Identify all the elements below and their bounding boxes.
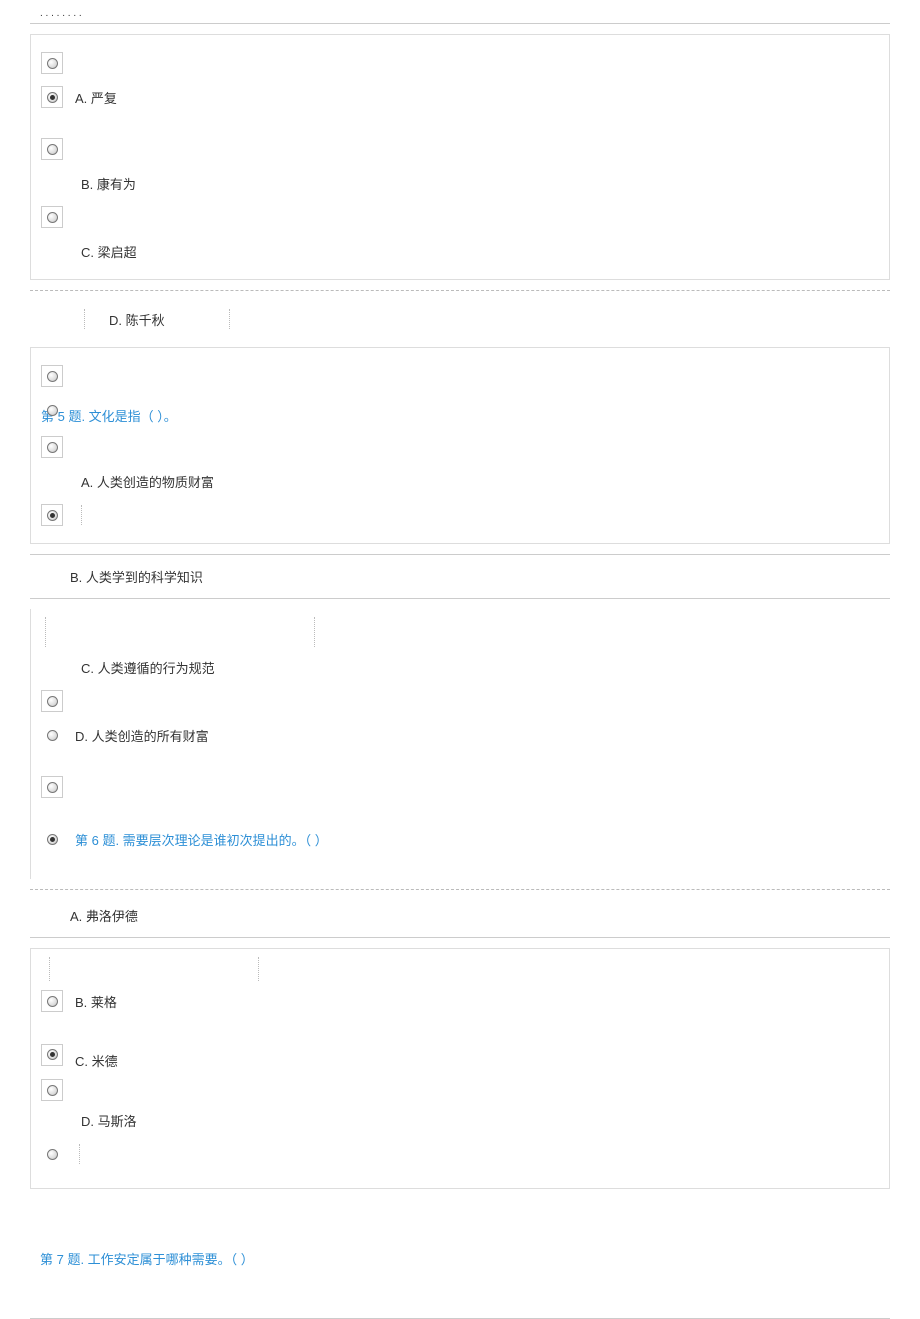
q4-option-a-row: A. 严复 — [41, 83, 879, 111]
q6-option-b: B. 莱格 — [75, 992, 117, 1011]
question-6-label: 第 6 题. 需要层次理论是谁初次提出的。（ ） — [75, 830, 328, 849]
radio-control[interactable] — [41, 990, 63, 1012]
q6-option-b-row: B. 莱格 — [41, 987, 879, 1015]
radio-control[interactable] — [41, 776, 63, 798]
vertical-dotted-marker — [45, 617, 46, 647]
q5-radio-row-1 — [41, 362, 879, 390]
q6-option-d-row: D. 马斯洛 — [41, 1106, 879, 1134]
q5-radio-row-5 — [41, 687, 880, 715]
q6-option-c-row: C. 米德 — [41, 1039, 879, 1070]
divider — [30, 598, 890, 599]
q4-option-a: A. 严复 — [75, 88, 117, 107]
q4-option-c-row: C. 梁启超 — [41, 237, 879, 265]
vertical-dotted-marker — [229, 309, 230, 329]
q5-radio-row-3 — [41, 433, 879, 461]
radio-control[interactable] — [41, 724, 63, 746]
q5-option-b-row: B. 人类学到的科学知识 — [30, 565, 890, 588]
q6-option-a-row: A. 弗洛伊德 — [30, 900, 890, 927]
q5-option-a-row: A. 人类创造的物质财富 — [41, 467, 879, 495]
radio-control[interactable] — [41, 1143, 63, 1165]
q6-radio-row — [41, 1076, 879, 1104]
header-dots: . . . . . . . . — [0, 0, 920, 23]
vertical-dotted-marker — [258, 957, 259, 981]
radio-control[interactable] — [41, 828, 63, 850]
q5-option-a: A. 人类创造的物质财富 — [81, 472, 214, 491]
question-6-block: B. 莱格 C. 米德 D. 马斯洛 — [30, 948, 890, 1189]
question-7-label: 第 7 题. 工作安定属于哪种需要。（ ） — [40, 1249, 880, 1268]
q4-option-b-row: B. 康有为 — [41, 169, 879, 197]
radio-control[interactable] — [41, 52, 63, 74]
vertical-dotted-marker — [81, 505, 82, 525]
q5-option-d-row: D. 人类创造的所有财富 — [41, 721, 880, 749]
q5-radio-row-6 — [41, 773, 880, 801]
q4-radio-row-empty — [41, 49, 879, 77]
radio-control[interactable] — [41, 690, 63, 712]
question-4-block: A. 严复 B. 康有为 C. 梁启超 — [30, 34, 890, 280]
radio-control[interactable] — [41, 206, 63, 228]
q5-option-c: C. 人类遵循的行为规范 — [81, 658, 215, 677]
q4-option-d-row: D. 陈千秋 — [30, 301, 890, 337]
question-5-block: 第 5 题. 文化是指（ ）。 A. 人类创造的物质财富 — [30, 347, 890, 544]
question-5-label: 第 5 题. 文化是指（ ）。 — [41, 406, 879, 425]
radio-control[interactable] — [41, 138, 63, 160]
divider — [30, 554, 890, 555]
radio-control[interactable] — [41, 1079, 63, 1101]
q6-option-d: D. 马斯洛 — [81, 1111, 137, 1130]
q6-label-row: 第 6 题. 需要层次理论是谁初次提出的。（ ） — [41, 825, 880, 853]
q6-radio-row-2 — [41, 1140, 879, 1168]
vertical-dotted-marker — [314, 617, 315, 647]
vertical-dotted-marker — [79, 1144, 80, 1164]
q4-radio-row-empty-3 — [41, 203, 879, 231]
q4-option-c: C. 梁启超 — [81, 242, 137, 261]
radio-control[interactable] — [41, 1044, 63, 1066]
radio-control[interactable] — [41, 86, 63, 108]
q4-option-d: D. 陈千秋 — [109, 310, 165, 329]
q6-option-c: C. 米德 — [75, 1039, 118, 1070]
radio-control[interactable] — [41, 436, 63, 458]
q4-option-b: B. 康有为 — [81, 174, 136, 193]
q4-radio-row-empty-2 — [41, 135, 879, 163]
q5-option-d: D. 人类创造的所有财富 — [75, 726, 209, 745]
vertical-dotted-marker — [84, 309, 85, 329]
vertical-dotted-marker — [49, 957, 50, 981]
q5-lower-block: C. 人类遵循的行为规范 D. 人类创造的所有财富 第 6 题. 需要层次理论是… — [30, 609, 890, 879]
q5-radio-row-4 — [41, 501, 879, 529]
divider-dotted — [30, 290, 890, 291]
q5-option-b: B. 人类学到的科学知识 — [70, 570, 203, 585]
divider — [30, 23, 890, 24]
divider-dotted — [30, 889, 890, 890]
q6-option-a: A. 弗洛伊德 — [70, 909, 138, 924]
radio-control[interactable] — [41, 365, 63, 387]
divider — [30, 937, 890, 938]
radio-control[interactable] — [41, 504, 63, 526]
q5-option-c-row: C. 人类遵循的行为规范 — [41, 653, 880, 681]
